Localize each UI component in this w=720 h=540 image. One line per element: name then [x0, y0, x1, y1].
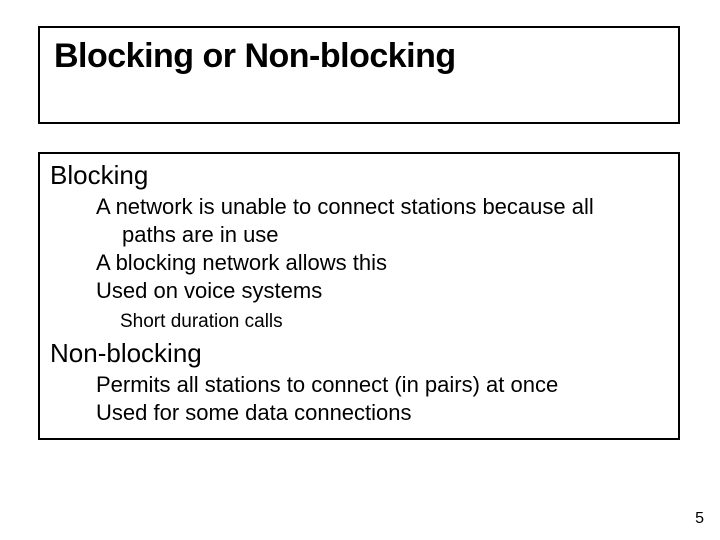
- slide-title: Blocking or Non-blocking: [54, 38, 664, 75]
- slide: Blocking or Non-blocking Blocking A netw…: [0, 0, 720, 540]
- bullet-text: A blocking network allows this: [50, 249, 668, 277]
- bullet-text: A network is unable to connect stations …: [50, 193, 668, 221]
- bullet-text: Used for some data connections: [50, 399, 668, 427]
- section-heading-blocking: Blocking: [50, 160, 668, 191]
- bullet-text: paths are in use: [50, 221, 668, 249]
- bullet-text: Permits all stations to connect (in pair…: [50, 371, 668, 399]
- page-number: 5: [695, 510, 704, 528]
- bullet-text: Used on voice systems: [50, 277, 668, 305]
- title-box: Blocking or Non-blocking: [38, 26, 680, 124]
- body-box: Blocking A network is unable to connect …: [38, 152, 680, 440]
- section-heading-nonblocking: Non-blocking: [50, 338, 668, 369]
- sub-bullet-text: Short duration calls: [50, 310, 668, 335]
